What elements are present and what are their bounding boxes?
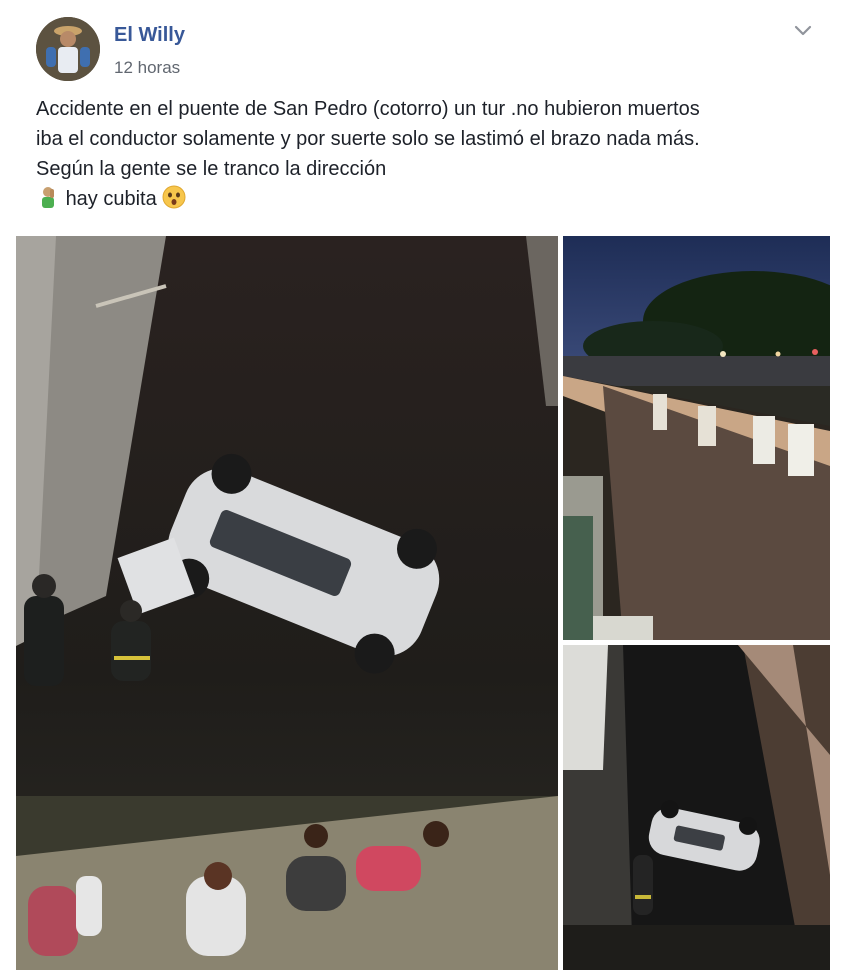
chevron-down-icon[interactable]	[792, 20, 814, 40]
post-timestamp[interactable]: 12 horas	[114, 58, 180, 78]
post-photo-main[interactable]	[16, 236, 558, 970]
post-text-last-line: hay cubita	[36, 184, 826, 218]
post-photo-car-from-bridge[interactable]	[563, 645, 830, 970]
author-name[interactable]: El Willy	[114, 24, 185, 47]
author-avatar[interactable]	[36, 17, 100, 81]
person-facepalming-emoji	[36, 185, 60, 218]
post-text-line: Accidente en el puente de San Pedro (cot…	[36, 98, 700, 120]
facebook-post: El Willy 12 horas Accidente en el puente…	[0, 0, 850, 970]
astonished-face-emoji	[162, 185, 186, 218]
post-text-line: iba el conductor solamente y por suerte …	[36, 128, 700, 150]
post-text-hay-cubita: hay cubita	[65, 188, 157, 210]
post-text-line: Según la gente se le tranco la dirección	[36, 158, 387, 180]
post-message: Accidente en el puente de San Pedro (cot…	[36, 94, 826, 218]
post-photo-bridge-railing[interactable]	[563, 236, 830, 640]
